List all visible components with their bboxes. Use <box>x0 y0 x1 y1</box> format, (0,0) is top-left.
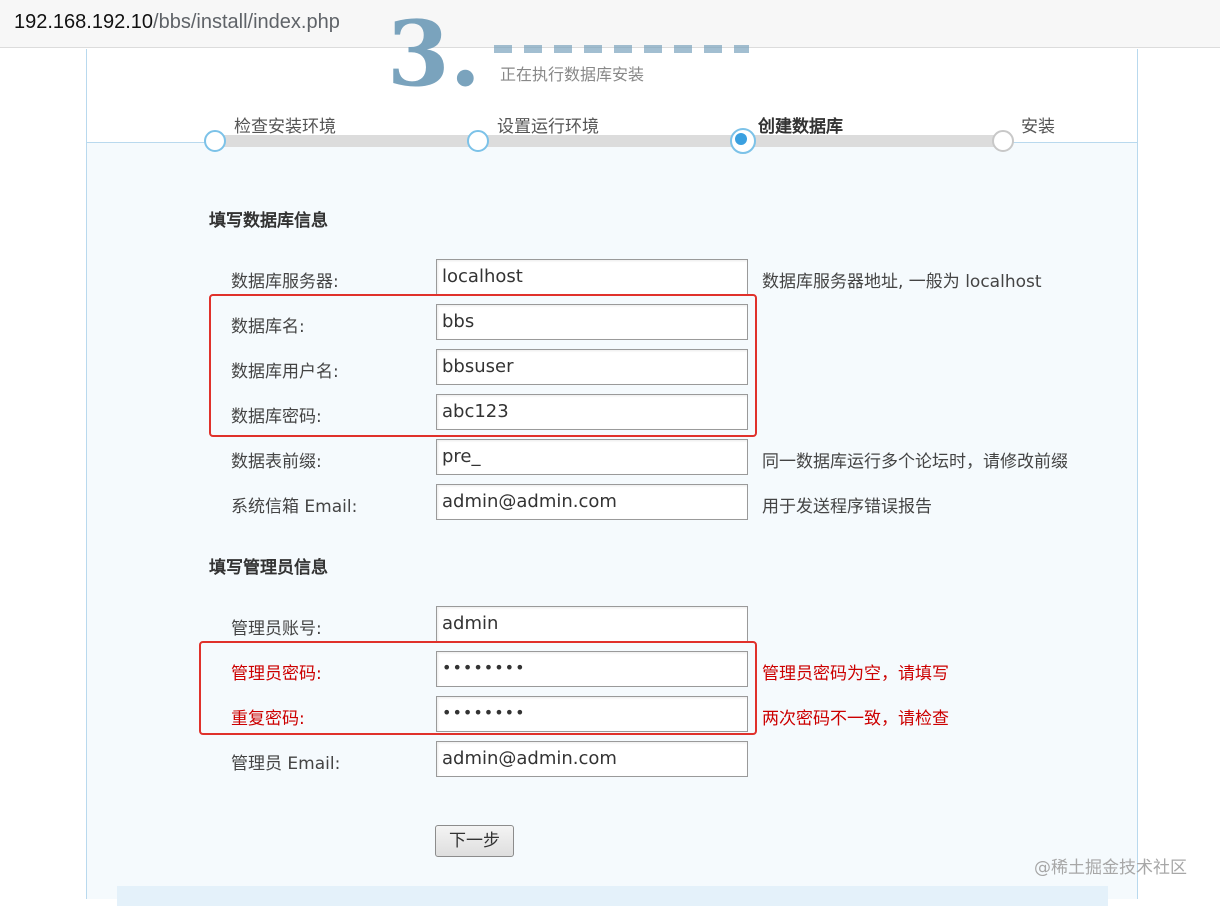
step-label-install: 安装 <box>1021 117 1055 137</box>
annotation-box-admin-password <box>199 641 757 735</box>
step-dot-run-env <box>467 130 489 152</box>
url-path: /bbs/install/index.php <box>153 11 340 33</box>
url-text[interactable]: 192.168.192.10/bbs/install/index.php <box>14 11 340 34</box>
header-title-fragment <box>494 45 749 53</box>
step-number-logo: 3. <box>387 9 481 87</box>
admin-email-label: 管理员 Email: <box>231 754 341 774</box>
system-email-hint: 用于发送程序错误报告 <box>762 497 932 517</box>
step-dot-check-env <box>204 130 226 152</box>
db-section-title: 填写数据库信息 <box>209 211 328 231</box>
system-email-label: 系统信箱 Email: <box>231 497 358 517</box>
address-bar[interactable]: 192.168.192.10/bbs/install/index.php <box>0 0 1220 48</box>
admin-password-error: 管理员密码为空，请填写 <box>762 664 949 684</box>
db-host-label: 数据库服务器: <box>231 272 339 292</box>
admin-email-input[interactable]: admin@admin.com <box>436 741 748 777</box>
db-host-hint: 数据库服务器地址, 一般为 localhost <box>762 272 1042 292</box>
table-prefix-label: 数据表前缀: <box>231 452 322 472</box>
table-prefix-input[interactable]: pre_ <box>436 439 748 475</box>
step-label-run-env: 设置运行环境 <box>497 117 599 137</box>
admin-account-input[interactable]: admin <box>436 606 748 642</box>
install-panel: 3. 正在执行数据库安装 检查安装环境 设置运行环境 创建数据库 安装 填写数据… <box>86 9 1138 906</box>
step-label-create-db: 创建数据库 <box>758 117 843 137</box>
url-host: 192.168.192.10 <box>14 11 154 33</box>
step-label-check-env: 检查安装环境 <box>234 117 336 137</box>
step-dot-create-db <box>730 128 756 154</box>
db-host-input[interactable]: localhost <box>436 259 748 295</box>
repeat-password-error: 两次密码不一致，请检查 <box>762 709 949 729</box>
step-dot-install <box>992 130 1014 152</box>
table-prefix-hint: 同一数据库运行多个论坛时，请修改前缀 <box>762 452 1068 472</box>
system-email-input[interactable]: admin@admin.com <box>436 484 748 520</box>
header-subtitle: 正在执行数据库安装 <box>500 65 645 84</box>
admin-section-title: 填写管理员信息 <box>209 558 328 578</box>
next-step-button[interactable]: 下一步 <box>435 825 514 857</box>
watermark: @稀土掘金技术社区 <box>1034 858 1187 878</box>
annotation-box-db-credentials <box>209 294 757 437</box>
admin-account-label: 管理员账号: <box>231 619 322 639</box>
form-area <box>87 142 1137 899</box>
panel-footer-strip <box>117 886 1108 906</box>
